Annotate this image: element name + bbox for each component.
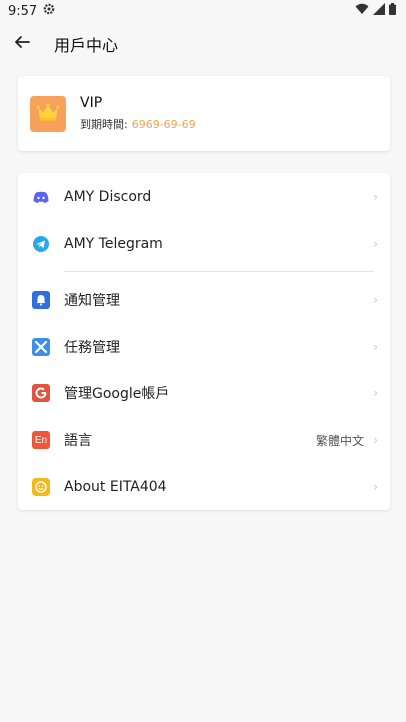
menu-item-label: AMY Telegram [64,236,163,252]
menu-item-notifications[interactable]: 通知管理 › [18,277,390,323]
menu-item-discord[interactable]: AMY Discord › [18,174,390,220]
discord-icon [32,188,50,206]
arrow-left-icon [14,34,30,54]
menu-item-telegram[interactable]: AMY Telegram › [18,221,390,267]
vip-title: VIP [80,95,103,111]
menu-item-label: 任務管理 [64,340,120,356]
menu-item-label: AMY Discord [64,189,152,205]
back-button[interactable] [2,24,42,64]
vip-expire-row: 到期時間: 6969-69-69 [80,116,196,132]
settings-gear-icon [43,3,55,19]
crown-icon [36,102,60,126]
divider [64,271,374,272]
menu-card: AMY Discord › AMY Telegram › 通知管理 › 任務管理… [18,173,390,510]
google-icon [32,384,50,402]
page-title: 用戶中心 [54,36,119,55]
menu-item-label: 管理Google帳戶 [64,386,170,402]
app-bar: 用戶中心 [0,22,406,66]
chevron-right-icon: › [373,480,378,494]
chevron-right-icon: › [373,190,378,204]
chevron-right-icon: › [373,433,378,447]
status-bar: 9:57 [0,0,406,22]
menu-item-about[interactable]: About EITA404 › [18,464,390,510]
menu-item-language[interactable]: En 語言 繁體中文 › [18,417,390,463]
status-time: 9:57 [8,3,38,19]
smiley-icon [32,478,50,496]
vip-expire-label: 到期時間: [80,118,128,131]
language-value: 繁體中文 [315,433,364,448]
menu-item-label: 通知管理 [64,293,120,309]
vip-expire-date: 6969-69-69 [131,118,196,131]
vip-badge [30,95,66,132]
chevron-right-icon: › [373,293,378,307]
chevron-right-icon: › [373,340,378,354]
menu-item-tasks[interactable]: 任務管理 › [18,324,390,370]
signal-icon [373,3,385,19]
vip-card: VIP 到期時間: 6969-69-69 [18,76,390,151]
menu-item-label: 語言 [64,433,92,449]
bell-icon [32,291,50,309]
menu-item-label: About EITA404 [64,479,167,495]
chevron-right-icon: › [373,237,378,251]
menu-item-google-account[interactable]: 管理Google帳戶 › [18,370,390,416]
telegram-icon [32,235,50,253]
battery-icon [389,3,396,19]
wifi-icon [355,3,369,19]
chevron-right-icon: › [373,386,378,400]
language-icon: En [32,431,50,449]
tools-icon [32,338,50,356]
